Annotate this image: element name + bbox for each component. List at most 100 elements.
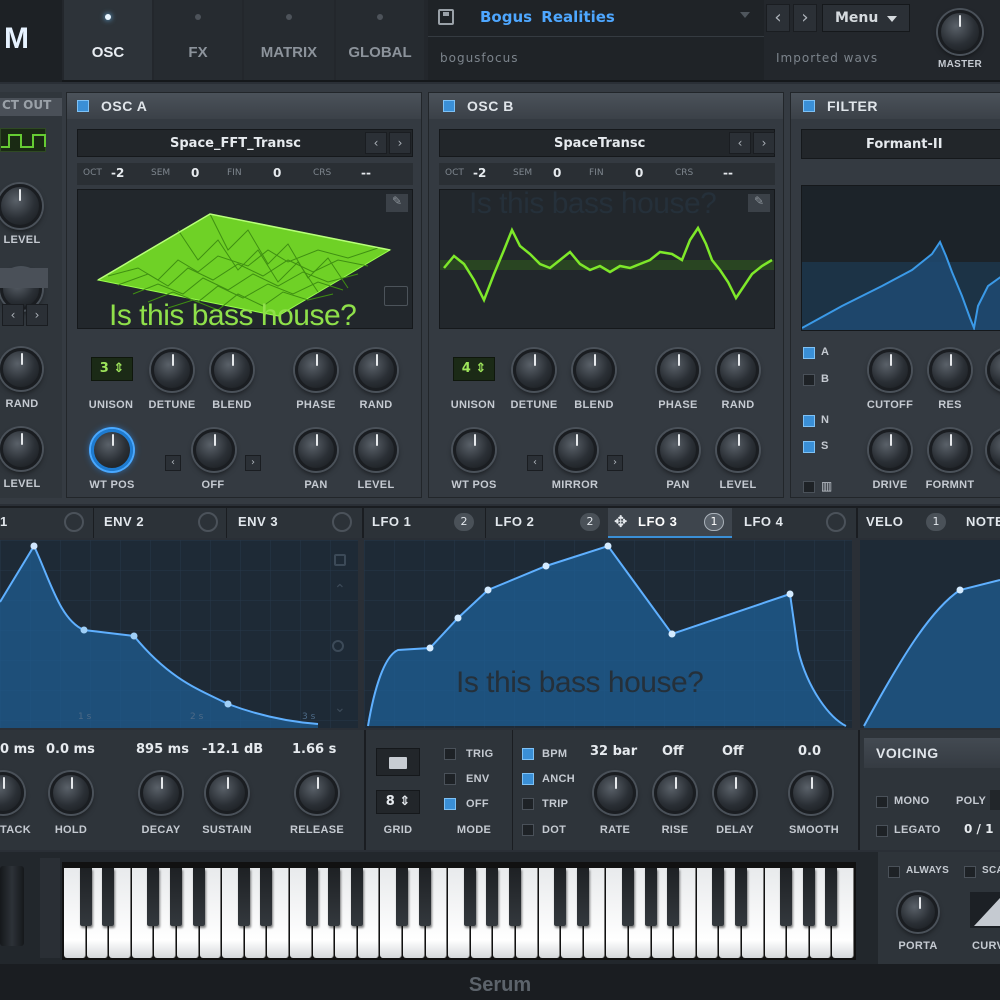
black-key[interactable] — [712, 868, 725, 926]
osc-a-rand-knob[interactable] — [355, 349, 397, 391]
filter-route-n-checkbox[interactable] — [803, 415, 815, 427]
tab-fx[interactable]: FX — [154, 0, 242, 80]
filter-enable-checkbox[interactable] — [803, 100, 815, 112]
env-decay-knob[interactable] — [140, 772, 182, 814]
osc-b-detune-knob[interactable] — [513, 349, 555, 391]
lfo-dot-checkbox[interactable] — [522, 824, 534, 836]
osc-a-warp-next-button[interactable]: › — [245, 455, 261, 471]
black-key[interactable] — [328, 868, 341, 926]
osc-b-warp-prev-button[interactable]: ‹ — [527, 455, 543, 471]
black-key[interactable] — [622, 868, 634, 926]
always-checkbox[interactable] — [888, 866, 900, 878]
lfo-graph[interactable]: Is this bass house? — [364, 540, 852, 728]
legato-checkbox[interactable] — [876, 825, 888, 837]
black-key[interactable] — [170, 868, 182, 926]
osc-a-level-knob[interactable] — [355, 429, 397, 471]
scaled-checkbox[interactable] — [964, 866, 976, 878]
osc-b-enable-checkbox[interactable] — [443, 100, 455, 112]
tab-lfo2[interactable]: LFO 2 — [495, 514, 534, 529]
lfo-smooth-knob[interactable] — [790, 772, 832, 814]
osc-a-pan-knob[interactable] — [295, 429, 337, 471]
osc-a-wavetable-selector[interactable]: Space_FFT_Transc — [77, 129, 413, 157]
osc-b-wavetable-selector[interactable]: SpaceTransc — [439, 129, 775, 157]
filter-formant-knob[interactable] — [929, 429, 971, 471]
osc-b-sem-value[interactable]: 0 — [553, 166, 561, 180]
black-key[interactable] — [350, 868, 363, 926]
osc-b-prev-wave-button[interactable]: ‹ — [729, 132, 751, 154]
filter-mix-knob[interactable] — [987, 429, 1000, 471]
osc-b-oct-value[interactable]: -2 — [473, 166, 486, 180]
osc-a-detune-knob[interactable] — [151, 349, 193, 391]
black-key[interactable] — [396, 868, 408, 926]
osc-b-pan-knob[interactable] — [657, 429, 699, 471]
osc-b-next-wave-button[interactable]: › — [753, 132, 775, 154]
rand-knob[interactable] — [0, 348, 42, 390]
folder-icon[interactable] — [376, 748, 420, 776]
tab-osc[interactable]: OSC — [64, 0, 152, 80]
filter-route-b-checkbox[interactable] — [803, 374, 815, 386]
osc-b-wtpos-knob[interactable] — [453, 429, 495, 471]
curve-display[interactable] — [970, 892, 1000, 928]
tab-lfo1[interactable]: LFO 1 — [372, 514, 411, 529]
lfo-bpm-checkbox[interactable] — [522, 748, 534, 760]
chevron-down-icon[interactable] — [740, 12, 750, 18]
osc-b-fin-value[interactable]: 0 — [635, 166, 643, 180]
chevron-up-icon[interactable]: ⌃ — [334, 582, 346, 598]
black-key[interactable] — [147, 868, 160, 926]
tab-note[interactable]: NOTE — [966, 514, 1000, 529]
lock-icon[interactable] — [334, 554, 346, 566]
prev-button[interactable]: ‹ — [2, 304, 24, 326]
next-preset-button[interactable]: › — [793, 4, 817, 32]
osc-a-wtpos-knob[interactable] — [91, 429, 133, 471]
lfo-rise-knob[interactable] — [654, 772, 696, 814]
filter-route-s-checkbox[interactable] — [803, 441, 815, 453]
chevron-down-icon[interactable]: ⌄ — [334, 700, 346, 716]
pencil-icon[interactable]: ✎ — [748, 194, 770, 212]
preset-name[interactable]: Bogus Realities — [480, 8, 615, 26]
pitch-wheel[interactable] — [0, 866, 24, 946]
mono-checkbox[interactable] — [876, 796, 888, 808]
menu-button[interactable]: Menu — [822, 4, 910, 32]
osc-a-crs-value[interactable]: -- — [361, 166, 371, 180]
lfo-rate-knob[interactable] — [594, 772, 636, 814]
edit-icon[interactable] — [384, 286, 408, 306]
zoom-icon[interactable] — [332, 640, 344, 652]
lfo-mode-off-checkbox[interactable] — [444, 798, 456, 810]
black-key[interactable] — [509, 868, 521, 926]
black-key[interactable] — [802, 868, 815, 926]
poly-field[interactable] — [990, 790, 1000, 810]
black-key[interactable] — [79, 868, 92, 926]
lfo-delay-knob[interactable] — [714, 772, 756, 814]
osc-a-fin-value[interactable]: 0 — [273, 166, 281, 180]
osc-a-warp-prev-button[interactable]: ‹ — [165, 455, 181, 471]
lfo-anch-checkbox[interactable] — [522, 773, 534, 785]
osc-a-next-wave-button[interactable]: › — [389, 132, 411, 154]
direct-out-knob[interactable] — [0, 184, 42, 228]
osc-a-sem-value[interactable]: 0 — [191, 166, 199, 180]
tab-env2[interactable]: ENV 2 — [104, 514, 144, 529]
black-key[interactable] — [780, 868, 793, 926]
black-key[interactable] — [418, 868, 431, 926]
osc-b-level-knob[interactable] — [717, 429, 759, 471]
save-icon[interactable] — [438, 9, 454, 25]
filter-route-a-checkbox[interactable] — [803, 347, 815, 359]
black-key[interactable] — [102, 868, 115, 926]
black-key[interactable] — [554, 868, 567, 926]
black-key[interactable] — [735, 868, 747, 926]
osc-a-prev-wave-button[interactable]: ‹ — [365, 132, 387, 154]
osc-a-phase-knob[interactable] — [295, 349, 337, 391]
black-key[interactable] — [825, 868, 838, 926]
osc-b-phase-knob[interactable] — [657, 349, 699, 391]
osc-b-blend-knob[interactable] — [573, 349, 615, 391]
filter-res-knob[interactable] — [929, 349, 971, 391]
tab-global[interactable]: GLOBAL — [336, 0, 424, 80]
black-key[interactable] — [237, 868, 250, 926]
osc-b-unison-field[interactable]: 4 ⇕ — [453, 357, 495, 381]
tab-matrix[interactable]: MATRIX — [244, 0, 334, 80]
black-key[interactable] — [463, 868, 476, 926]
black-key[interactable] — [486, 868, 499, 926]
master-knob[interactable] — [938, 10, 982, 54]
tab-env3[interactable]: ENV 3 — [238, 514, 278, 529]
black-key[interactable] — [576, 868, 589, 926]
black-key[interactable] — [644, 868, 657, 926]
